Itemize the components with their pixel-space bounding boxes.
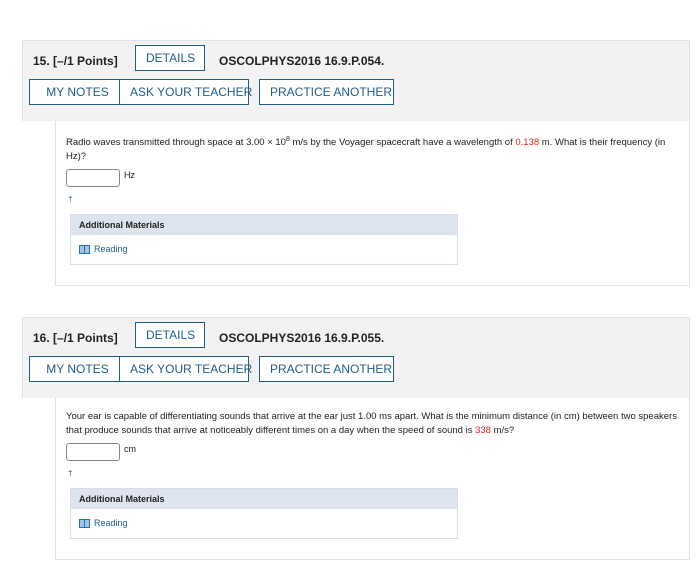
dagger-icon: † (68, 195, 73, 205)
ask-teacher-button[interactable]: ASK YOUR TEACHER (119, 79, 252, 105)
answer-row: cm (66, 443, 679, 461)
question-body: Radio waves transmitted through space at… (55, 121, 690, 287)
details-button[interactable]: DETAILS (135, 322, 205, 348)
reading-link[interactable]: Reading (94, 244, 128, 254)
question-15: 15. [–/1 Points] DETAILS OSCOLPHYS2016 1… (22, 40, 690, 287)
question-number: 15. [–/1 Points] (33, 54, 118, 68)
question-header: 16. [–/1 Points] DETAILS OSCOLPHYS2016 1… (22, 317, 690, 398)
practice-another-button[interactable]: PRACTICE ANOTHER (259, 79, 394, 105)
question-text: Your ear is capable of differentiating s… (66, 411, 677, 436)
additional-materials: Additional Materials Reading (70, 214, 458, 266)
question-text: Radio waves transmitted through space at… (66, 136, 666, 163)
answer-unit: Hz (124, 170, 135, 181)
practice-another-button[interactable]: PRACTICE ANOTHER (259, 356, 394, 382)
question-header: 15. [–/1 Points] DETAILS OSCOLPHYS2016 1… (22, 40, 690, 121)
question-number: 16. [–/1 Points] (33, 331, 118, 345)
materials-list: Reading (71, 235, 457, 264)
additional-materials: Additional Materials Reading (70, 488, 458, 539)
dagger-icon: † (68, 469, 73, 478)
given-value: 0.138 (515, 137, 540, 149)
book-icon (79, 518, 90, 528)
book-icon (79, 244, 90, 254)
answer-input[interactable] (66, 169, 120, 188)
question-body: Your ear is capable of differentiating s… (55, 398, 690, 560)
my-notes-button[interactable]: MY NOTES (29, 79, 126, 105)
reading-link[interactable]: Reading (94, 518, 128, 528)
ask-teacher-button[interactable]: ASK YOUR TEACHER (119, 356, 252, 382)
question-code: OSCOLPHYS2016 16.9.P.054. (219, 54, 385, 68)
answer-row: Hz (66, 169, 679, 188)
question-16: 16. [–/1 Points] DETAILS OSCOLPHYS2016 1… (22, 317, 690, 560)
materials-title: Additional Materials (71, 215, 457, 236)
question-code: OSCOLPHYS2016 16.9.P.055. (219, 331, 385, 345)
materials-list: Reading (71, 509, 457, 538)
my-notes-button[interactable]: MY NOTES (29, 356, 126, 382)
given-value: 338 (475, 425, 491, 436)
details-button[interactable]: DETAILS (135, 45, 205, 71)
materials-title: Additional Materials (71, 489, 457, 509)
answer-unit: cm (124, 444, 136, 454)
answer-input[interactable] (66, 443, 120, 461)
